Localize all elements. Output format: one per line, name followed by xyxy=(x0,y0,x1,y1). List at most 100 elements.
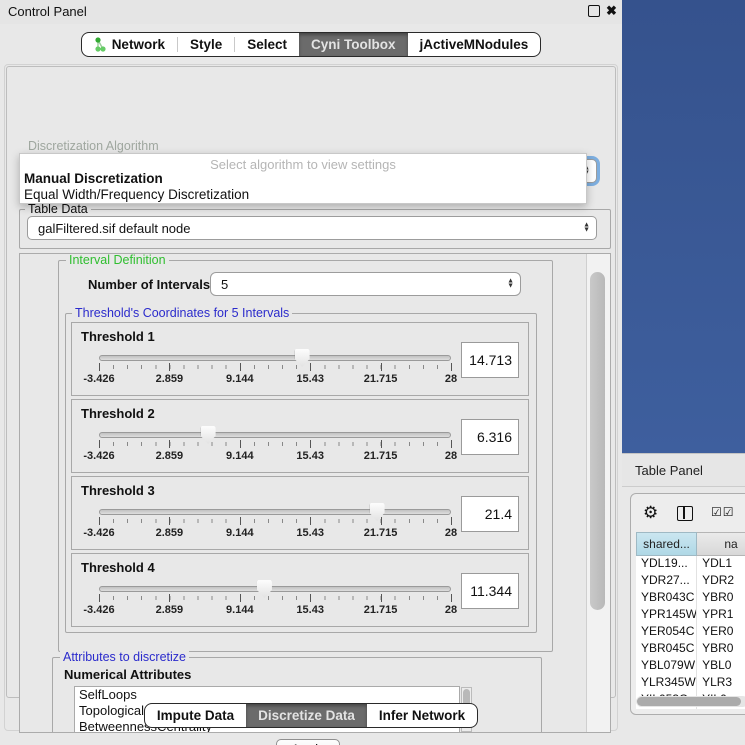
threshold-row-1: Threshold 1-3.4262.8599.14415.4321.71528… xyxy=(71,322,529,396)
slider-minor-ticks xyxy=(99,365,452,369)
cell-name[interactable]: YBR0 xyxy=(697,641,745,658)
tab-cyni-toolbox[interactable]: Cyni Toolbox xyxy=(299,33,408,56)
cell-name[interactable]: YLR3 xyxy=(697,675,745,692)
apply-button[interactable]: Apply xyxy=(276,739,340,745)
cell-name[interactable]: YDR2 xyxy=(697,573,745,590)
table-toolbar: ⚙ ☑☑ xyxy=(631,494,745,532)
cell-shared-name[interactable]: YDR27... xyxy=(636,573,697,590)
cell-shared-name[interactable]: YBL079W xyxy=(636,658,697,675)
tab-select[interactable]: Select xyxy=(235,33,299,56)
algorithm-option-manual[interactable]: Manual Discretization xyxy=(24,171,163,186)
tick-label: 2.859 xyxy=(156,450,184,462)
pane-vertical-scrollbar[interactable] xyxy=(586,254,611,732)
thresholds-group-label: Threshold's Coordinates for 5 Intervals xyxy=(72,306,292,320)
tick-label: 15.43 xyxy=(296,450,324,462)
select-columns-checkboxes-icon[interactable]: ☑☑ xyxy=(711,505,735,519)
tab-impute-data[interactable]: Impute Data xyxy=(145,704,246,727)
tab-network[interactable]: Network xyxy=(82,33,177,56)
tick-mark xyxy=(240,594,241,602)
table-row[interactable]: YDL19...YDL1 xyxy=(636,556,745,573)
columns-icon[interactable] xyxy=(677,506,693,521)
tick-mark xyxy=(310,363,311,371)
slider-track[interactable] xyxy=(99,586,451,592)
cell-shared-name[interactable]: YLR345W xyxy=(636,675,697,692)
control-panel: Control Panel ✖ NetworkStyleSelectCyni T… xyxy=(0,0,622,745)
tab-infer-network[interactable]: Infer Network xyxy=(367,704,477,727)
tick-label: 9.144 xyxy=(226,604,254,616)
cell-shared-name[interactable]: YDL19... xyxy=(636,556,697,573)
tick-label: 9.144 xyxy=(226,373,254,385)
tick-label: -3.426 xyxy=(83,373,114,385)
close-icon[interactable]: ✖ xyxy=(606,3,617,19)
control-panel-title: Control Panel xyxy=(8,4,87,19)
threshold-value-field[interactable]: 14.713 xyxy=(461,342,519,378)
tick-label: -3.426 xyxy=(83,527,114,539)
tick-mark xyxy=(381,440,382,448)
table-row[interactable]: YDR27...YDR2 xyxy=(636,573,745,590)
cell-name[interactable]: YBL0 xyxy=(697,658,745,675)
tick-label: 15.43 xyxy=(296,527,324,539)
slider-track[interactable] xyxy=(99,432,451,438)
cell-shared-name[interactable]: YPR145W xyxy=(636,607,697,624)
cell-name[interactable]: YDL1 xyxy=(697,556,745,573)
tick-mark xyxy=(99,517,100,525)
cell-shared-name[interactable]: YBR045C xyxy=(636,641,697,658)
tab-discretize-data[interactable]: Discretize Data xyxy=(246,704,367,727)
tick-mark xyxy=(99,594,100,602)
network-desktop: GAL80GALCGAL11GAL4GCY1HHAP2 xyxy=(622,0,745,453)
tab-jactivemnodules[interactable]: jActiveMNodules xyxy=(408,33,541,56)
table-row[interactable]: YPR145WYPR1 xyxy=(636,607,745,624)
threshold-value-field[interactable]: 6.316 xyxy=(461,419,519,455)
cell-shared-name[interactable]: YBR043C xyxy=(636,590,697,607)
tick-label: 28 xyxy=(445,527,457,539)
tick-mark xyxy=(381,363,382,371)
gear-icon[interactable]: ⚙ xyxy=(643,503,658,523)
table-row[interactable]: YBR043CYBR0 xyxy=(636,590,745,607)
table-header-row: shared... na xyxy=(636,532,745,556)
scrollbar-thumb[interactable] xyxy=(637,697,741,706)
float-window-icon[interactable] xyxy=(588,5,600,17)
cell-name[interactable]: YER0 xyxy=(697,624,745,641)
table-horizontal-scrollbar[interactable] xyxy=(636,696,745,707)
stepper-arrows-icon: ▲▼ xyxy=(583,224,590,233)
threshold-row-3: Threshold 3-3.4262.8599.14415.4321.71528… xyxy=(71,476,529,550)
table-row[interactable]: YBR045CYBR0 xyxy=(636,641,745,658)
slider-track[interactable] xyxy=(99,509,451,515)
threshold-value-field[interactable]: 21.4 xyxy=(461,496,519,532)
slider-track[interactable] xyxy=(99,355,451,361)
cyni-toolbox-panel: Discretization Algorithm ▲▼ Table Data g… xyxy=(6,66,616,698)
cell-name[interactable]: YPR1 xyxy=(697,607,745,624)
network-icon xyxy=(94,37,107,52)
table-row[interactable]: YER054CYER0 xyxy=(636,624,745,641)
numerical-attributes-label: Numerical Attributes xyxy=(64,667,191,682)
attribute-list-item[interactable]: SelfLoops xyxy=(75,687,459,703)
tick-mark xyxy=(310,440,311,448)
tick-mark xyxy=(169,517,170,525)
tab-style[interactable]: Style xyxy=(178,33,234,56)
table-data-label: Table Data xyxy=(25,202,91,216)
table-row[interactable]: YLR345WYLR3 xyxy=(636,675,745,692)
threshold-label: Threshold 1 xyxy=(81,329,155,344)
algorithm-placeholder: Select algorithm to view settings xyxy=(20,157,586,172)
threshold-row-4: Threshold 4-3.4262.8599.14415.4321.71528… xyxy=(71,553,529,627)
tick-label: 28 xyxy=(445,373,457,385)
column-header-name[interactable]: na xyxy=(697,532,745,556)
table-row[interactable]: YBL079WYBL0 xyxy=(636,658,745,675)
control-panel-titlebar: Control Panel ✖ xyxy=(0,0,622,24)
column-header-shared-name[interactable]: shared... xyxy=(636,532,697,556)
tick-label: -3.426 xyxy=(83,450,114,462)
threshold-label: Threshold 2 xyxy=(81,406,155,421)
algorithm-option-equal-width[interactable]: Equal Width/Frequency Discretization xyxy=(24,187,249,202)
tick-mark xyxy=(169,594,170,602)
threshold-row-2: Threshold 2-3.4262.8599.14415.4321.71528… xyxy=(71,399,529,473)
algorithm-group-label: Discretization Algorithm xyxy=(25,139,162,153)
cell-shared-name[interactable]: YER054C xyxy=(636,624,697,641)
num-intervals-combobox[interactable]: 5 ▲▼ xyxy=(210,272,521,296)
settings-scroll-pane: Interval Definition Number of Intervals … xyxy=(19,253,611,733)
tick-mark xyxy=(240,440,241,448)
table-data-combobox[interactable]: galFiltered.sif default node ▲▼ xyxy=(27,216,597,240)
cell-name[interactable]: YBR0 xyxy=(697,590,745,607)
threshold-value-field[interactable]: 11.344 xyxy=(461,573,519,609)
scrollbar-thumb[interactable] xyxy=(590,272,605,610)
stepper-arrows-icon: ▲▼ xyxy=(507,280,514,289)
